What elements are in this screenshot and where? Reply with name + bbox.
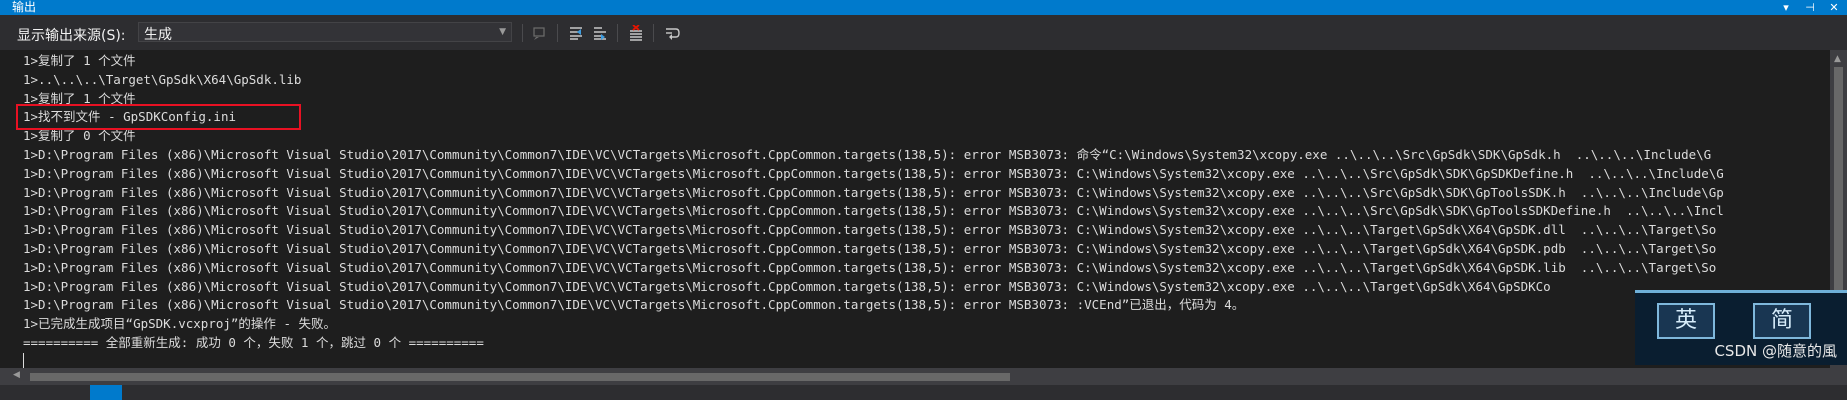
output-line: 1>D:\Program Files (x86)\Microsoft Visua… <box>23 278 1551 294</box>
output-line: 1>已完成生成项目“GpSDK.vcxproj”的操作 - 失败。 <box>23 316 337 332</box>
panel-controls: ▾ ⊣ ✕ <box>1781 0 1839 15</box>
text-caret <box>23 353 24 368</box>
find-message-icon <box>533 27 545 40</box>
toolbar-separator <box>557 24 558 42</box>
output-line: 1>复制了 0 个文件 <box>23 128 136 144</box>
toggle-word-wrap-icon <box>666 28 680 40</box>
output-line: 1>D:\Program Files (x86)\Microsoft Visua… <box>23 146 1712 162</box>
horizontal-scroll-thumb[interactable] <box>30 373 1010 381</box>
horizontal-scrollbar[interactable]: ◀ <box>0 368 1847 385</box>
scroll-left-arrow-icon[interactable]: ◀ <box>13 370 20 380</box>
bottom-tab-strip <box>0 385 1847 400</box>
output-line: 1>D:\Program Files (x86)\Microsoft Visua… <box>23 203 1724 219</box>
panel-title: 输出 <box>12 0 37 14</box>
output-line: 1>D:\Program Files (x86)\Microsoft Visua… <box>23 222 1717 238</box>
red-highlight-box <box>16 104 301 130</box>
go-to-previous-message-button[interactable] <box>566 23 586 43</box>
toggle-word-wrap-button[interactable] <box>662 23 682 43</box>
output-line: 1>..\..\..\Target\GpSdk\X64\GpSdk.lib <box>23 71 302 87</box>
output-line: 1>D:\Program Files (x86)\Microsoft Visua… <box>23 240 1717 256</box>
output-line: ========== 全部重新生成: 成功 0 个，失败 1 个，跳过 0 个 … <box>23 334 484 350</box>
output-line: 1>D:\Program Files (x86)\Microsoft Visua… <box>23 165 1724 181</box>
output-line: 1>D:\Program Files (x86)\Microsoft Visua… <box>23 184 1724 200</box>
chevron-down-icon: ▼ <box>499 27 506 37</box>
tab-output-active[interactable] <box>90 385 122 400</box>
output-line: 1>复制了 1 个文件 <box>23 53 136 68</box>
toolbar-separator <box>522 24 523 42</box>
pin-icon[interactable]: ⊣ <box>1805 0 1815 15</box>
output-line: 1>D:\Program Files (x86)\Microsoft Visua… <box>23 259 1717 275</box>
output-text-area[interactable]: 1>复制了 1 个文件 1>..\..\..\Target\GpSdk\X64\… <box>0 50 1847 368</box>
output-source-value: 生成 <box>144 27 172 43</box>
clear-all-icon <box>630 25 642 41</box>
output-toolbar: 显示输出来源(S): 生成 ▼ <box>0 15 1847 50</box>
output-source-label: 显示输出来源(S): <box>17 28 126 44</box>
panel-menu-dropdown-icon[interactable]: ▾ <box>1781 0 1791 15</box>
go-to-next-icon <box>594 27 606 40</box>
close-icon[interactable]: ✕ <box>1829 0 1839 15</box>
ime-english-key[interactable]: 英 <box>1657 303 1715 339</box>
go-to-previous-icon <box>570 27 582 40</box>
toolbar-separator <box>617 24 618 42</box>
scroll-up-arrow-icon[interactable]: ▲ <box>1834 54 1841 64</box>
go-to-next-message-button[interactable] <box>590 23 610 43</box>
output-source-select[interactable]: 生成 ▼ <box>138 22 512 43</box>
ime-simplified-key[interactable]: 简 <box>1753 303 1811 339</box>
watermark: CSDN @随意的風 <box>1714 342 1837 360</box>
output-line: 1>D:\Program Files (x86)\Microsoft Visua… <box>23 297 1245 313</box>
vertical-scroll-thumb[interactable] <box>1834 67 1843 302</box>
output-panel-titlebar: 输出 ▾ ⊣ ✕ <box>0 0 1847 15</box>
output-lines: 1>复制了 1 个文件 1>..\..\..\Target\GpSdk\X64\… <box>23 52 1724 353</box>
clear-all-button[interactable] <box>626 23 646 43</box>
toolbar-separator <box>653 24 654 42</box>
find-message-button[interactable] <box>530 23 550 43</box>
ime-status-widget[interactable]: 英 简 CSDN @随意的風 <box>1635 290 1847 365</box>
